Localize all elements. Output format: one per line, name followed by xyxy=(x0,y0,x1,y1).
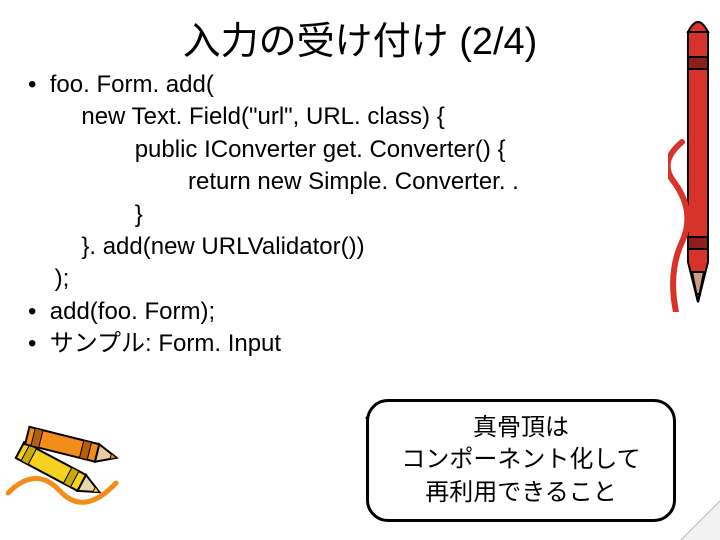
bullet-3: サンプル: Form. Input xyxy=(28,328,720,360)
callout-line: 再利用できること xyxy=(381,477,661,509)
crayons-bottom-icon xyxy=(6,395,136,510)
code-line: }. add(new URLValidator()) xyxy=(28,231,720,263)
slide-body: foo. Form. add( new Text. Field("url", U… xyxy=(28,69,720,361)
code-line: new Text. Field("url", URL. class) { xyxy=(28,101,720,133)
code-line: } xyxy=(28,199,720,231)
page-curl-icon xyxy=(676,501,720,540)
slide-title: 入力の受け付け (2/4) xyxy=(0,10,720,65)
slide: 入力の受け付け (2/4) foo. Form. add( new Text. … xyxy=(0,10,720,540)
callout-line: 真骨頂は xyxy=(381,412,661,444)
bullet-2: add(foo. Form); xyxy=(28,296,720,328)
bullet-1: foo. Form. add( xyxy=(28,69,720,101)
crayon-red-icon xyxy=(668,12,720,317)
code-line: ); xyxy=(28,263,720,295)
callout-line: コンポーネント化して xyxy=(381,444,661,476)
code-line: return new Simple. Converter. . xyxy=(28,166,720,198)
code-line: public IConverter get. Converter() { xyxy=(28,134,720,166)
callout-bubble: 真骨頂は コンポーネント化して 再利用できること xyxy=(366,399,676,522)
